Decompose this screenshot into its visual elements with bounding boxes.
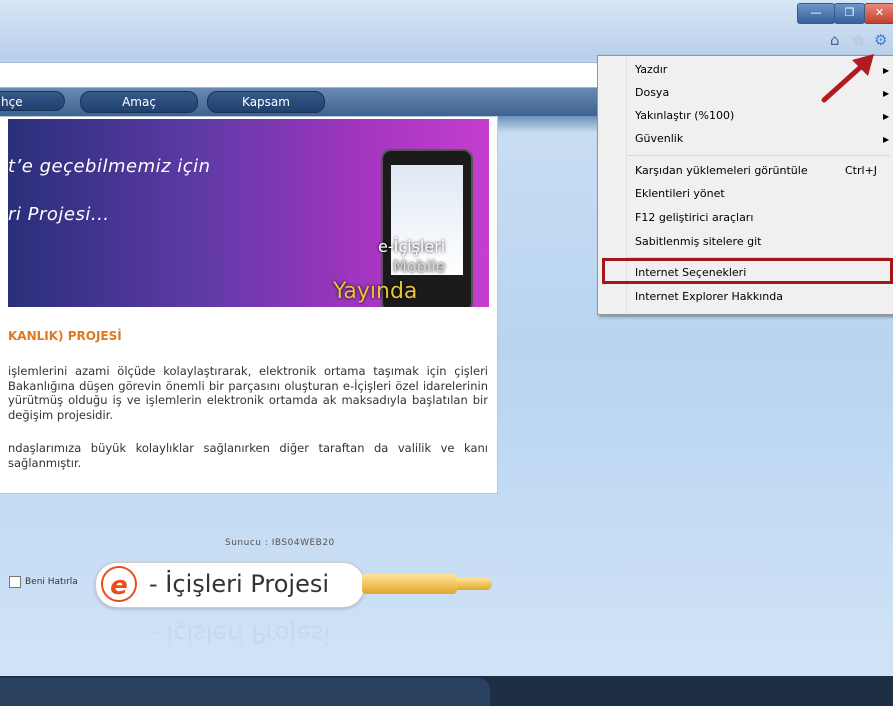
key-icon	[362, 568, 502, 600]
remember-me-label: Beni Hatırla	[25, 577, 78, 587]
annotation-arrow-icon	[821, 54, 874, 103]
menu-item-print[interactable]: Yazdır	[635, 63, 667, 76]
submenu-arrow-icon: ▶	[883, 112, 890, 121]
nav-tab-kapsam[interactable]: Kapsam	[207, 91, 325, 113]
favorites-star-icon[interactable]: ☆	[852, 31, 865, 49]
banner-line-1: t’e geçebilmemiz için	[8, 156, 211, 177]
intro-paragraph-2: ndaşlarımıza büyük kolaylıklar sağlanırk…	[8, 441, 488, 470]
menu-item-devtools[interactable]: F12 geliştirici araçları	[635, 211, 753, 224]
menu-item-about-ie[interactable]: Internet Explorer Hakkında	[635, 290, 783, 303]
menu-item-file[interactable]: Dosya	[635, 86, 669, 99]
footer-bar	[0, 676, 893, 706]
menu-item-safety[interactable]: Güvenlik	[635, 132, 683, 145]
brand-text: - İçişleri Projesi	[149, 570, 330, 598]
minimize-icon: —	[810, 6, 822, 19]
address-bar[interactable]	[0, 62, 600, 88]
browser-chrome: — ❐ ✕ ⌂ ☆ ⚙	[0, 0, 893, 60]
submenu-arrow-icon: ▶	[883, 66, 890, 75]
intro-paragraph-1: işlemlerini azami ölçüde kolaylaştırarak…	[8, 364, 488, 422]
section-heading: KANLIK) PROJESİ	[8, 329, 122, 343]
minimize-button[interactable]: —	[797, 3, 835, 24]
menu-item-downloads[interactable]: Karşıdan yüklemeleri görüntüle	[635, 164, 808, 177]
nav-tab-amac[interactable]: Amaç	[80, 91, 198, 113]
menu-separator	[628, 155, 890, 156]
submenu-arrow-icon: ▶	[883, 135, 890, 144]
banner-logo-line-3: Yayında	[333, 279, 418, 304]
remember-me[interactable]: Beni Hatırla	[9, 576, 78, 588]
banner-logo-line-1: e-İçişleri	[378, 237, 446, 256]
remember-me-checkbox[interactable]	[9, 576, 21, 588]
maximize-icon: ❐	[844, 6, 855, 19]
menu-item-pinned-sites[interactable]: Sabitlenmiş sitelere git	[635, 235, 761, 248]
content-card: t’e geçebilmemiz için ri Projesi... e-İç…	[0, 116, 498, 494]
close-button[interactable]: ✕	[864, 3, 893, 24]
menu-shortcut-downloads: Ctrl+J	[845, 164, 878, 177]
tools-gear-icon[interactable]: ⚙	[874, 31, 887, 49]
brand-reflection: - İçişleri Projesi	[150, 620, 331, 648]
e-logo-icon: e	[101, 566, 137, 602]
promo-banner[interactable]: t’e geçebilmemiz için ri Projesi... e-İç…	[8, 119, 489, 307]
home-icon[interactable]: ⌂	[830, 31, 840, 49]
nav-tab-tarihce[interactable]: hçe	[0, 91, 65, 111]
close-icon: ✕	[874, 6, 885, 19]
banner-line-2: ri Projesi...	[8, 204, 110, 225]
login-brand-button[interactable]: e - İçişleri Projesi	[95, 562, 365, 608]
banner-logo-line-2: Mobile	[393, 257, 446, 276]
maximize-button[interactable]: ❐	[834, 3, 865, 24]
submenu-arrow-icon: ▶	[883, 89, 890, 98]
menu-item-zoom[interactable]: Yakınlaştır (%100)	[635, 109, 734, 122]
server-label: Sunucu : IBS04WEB20	[225, 538, 335, 548]
annotation-highlight-box	[602, 258, 893, 284]
menu-item-addons[interactable]: Eklentileri yönet	[635, 187, 725, 200]
